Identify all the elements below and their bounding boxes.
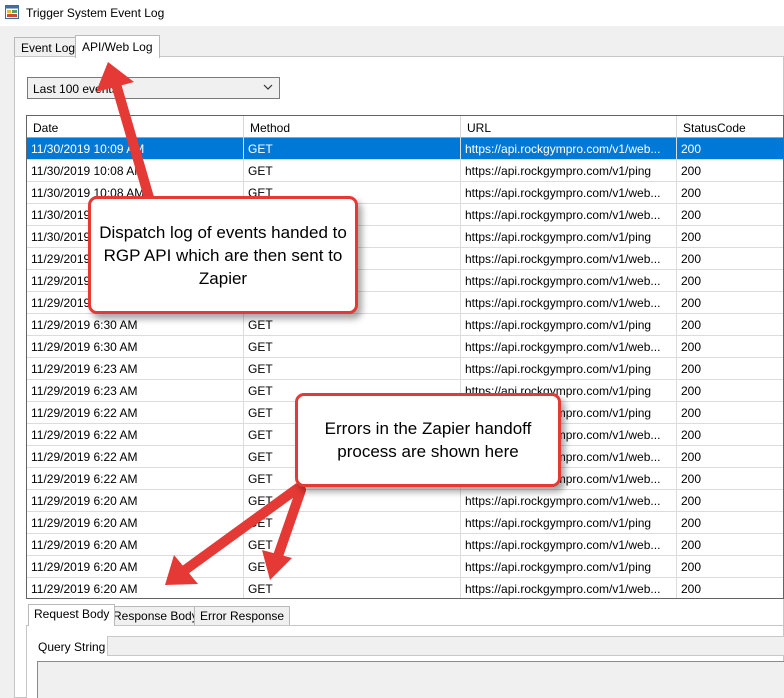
statuscode-cell: 200 [681, 582, 702, 596]
method-cell: GET [244, 490, 461, 512]
statuscode-cell: 200 [681, 208, 702, 222]
column-header-statuscode[interactable]: StatusCode [677, 116, 783, 138]
method-cell: GET [244, 314, 461, 336]
statuscode-cell: 200 [681, 384, 702, 398]
statuscode-cell: 200 [681, 494, 702, 508]
method-cell: GET [244, 534, 461, 556]
method-cell: GET [244, 578, 461, 598]
method-cell: GET [244, 160, 461, 182]
method-cell: GET [244, 512, 461, 534]
event-count-selected: Last 100 events [33, 82, 118, 96]
date-cell: 11/29/2019 6:20 AM [27, 534, 244, 556]
method-cell: GET [244, 336, 461, 358]
url-cell: https://api.rockgympro.com/v1/web... [461, 336, 677, 358]
statuscode-cell: 200 [681, 450, 702, 464]
url-cell: https://api.rockgympro.com/v1/web... [461, 138, 677, 160]
errors-callout: Errors in the Zapier handoff process are… [295, 393, 561, 487]
app-window-icon [5, 5, 19, 19]
statuscode-cell: 200 [681, 340, 702, 354]
statuscode-cell: 200 [681, 274, 702, 288]
statuscode-cell: 200 [681, 142, 702, 156]
method-cell: GET [244, 358, 461, 380]
statuscode-cell: 200 [681, 538, 702, 552]
tab-response-body[interactable]: Response Body [107, 606, 204, 625]
date-cell: 11/30/2019 10:08 AM [27, 160, 244, 182]
table-row[interactable]: 11/30/2019 10:08 AM GET https://api.rockgy… [27, 160, 783, 182]
table-row[interactable]: 11/29/2019 6:23 AM GET https://api.rockgym… [27, 358, 783, 380]
date-cell: 11/29/2019 6:30 AM [27, 336, 244, 358]
tab-error-response[interactable]: Error Response [194, 606, 291, 625]
url-cell: https://api.rockgympro.com/v1/ping [461, 226, 677, 248]
date-cell: 11/29/2019 6:22 AM [27, 402, 244, 424]
url-cell: https://api.rockgympro.com/v1/ping [461, 314, 677, 336]
query-string-label: Query String [38, 640, 106, 654]
statuscode-cell: 200 [681, 186, 702, 200]
date-cell: 11/29/2019 6:20 AM [27, 490, 244, 512]
table-row[interactable]: 11/29/2019 6:20 AM GET https://api.rockgym… [27, 578, 783, 598]
api-log-grid[interactable]: Date Method URL StatusCode 11/30/2019 10… [26, 115, 784, 599]
statuscode-cell: 200 [681, 230, 702, 244]
statuscode-cell: 200 [681, 164, 702, 178]
url-cell: https://api.rockgympro.com/v1/ping [461, 556, 677, 578]
dispatch-log-callout: Dispatch log of events handed to RGP API… [88, 196, 358, 314]
window-title: Trigger System Event Log [26, 6, 165, 20]
statuscode-cell: 200 [681, 472, 702, 486]
table-row[interactable]: 11/29/2019 6:20 AM GET https://api.rockgym… [27, 556, 783, 578]
event-count-dropdown[interactable]: Last 100 events [27, 77, 280, 99]
url-cell: https://api.rockgympro.com/v1/web... [461, 578, 677, 598]
date-cell: 11/29/2019 6:20 AM [27, 578, 244, 598]
statuscode-cell: 200 [681, 252, 702, 266]
tab-request-body[interactable]: Request Body [28, 604, 116, 626]
date-cell: 11/29/2019 6:23 AM [27, 358, 244, 380]
url-cell: https://api.rockgympro.com/v1/web... [461, 204, 677, 226]
table-row[interactable]: 11/29/2019 6:30 AM GET https://api.rockgym… [27, 314, 783, 336]
method-cell: GET [244, 556, 461, 578]
statuscode-cell: 200 [681, 362, 702, 376]
chevron-down-icon [263, 84, 273, 90]
url-cell: https://api.rockgympro.com/v1/web... [461, 182, 677, 204]
date-cell: 11/29/2019 6:22 AM [27, 446, 244, 468]
column-header-method[interactable]: Method [244, 116, 461, 138]
url-cell: https://api.rockgympro.com/v1/web... [461, 270, 677, 292]
column-header-url[interactable]: URL [461, 116, 677, 138]
date-cell: 11/29/2019 6:23 AM [27, 380, 244, 402]
date-cell: 11/29/2019 6:20 AM [27, 556, 244, 578]
url-cell: https://api.rockgympro.com/v1/web... [461, 248, 677, 270]
date-cell: 11/30/2019 10:09 AM [27, 138, 244, 160]
title-bar: Trigger System Event Log [0, 0, 784, 26]
url-cell: https://api.rockgympro.com/v1/web... [461, 534, 677, 556]
method-cell: GET [244, 138, 461, 160]
statuscode-cell: 200 [681, 318, 702, 332]
url-cell: https://api.rockgympro.com/v1/ping [461, 512, 677, 534]
url-cell: https://api.rockgympro.com/v1/web... [461, 292, 677, 314]
statuscode-cell: 200 [681, 560, 702, 574]
tab-event-log[interactable]: Event Log [14, 37, 83, 57]
request-body-textarea[interactable] [37, 661, 784, 698]
tab-api-web-log[interactable]: API/Web Log [75, 35, 160, 58]
table-row[interactable]: 11/29/2019 6:20 AM GET https://api.rockgym… [27, 534, 783, 556]
grid-header: Date Method URL StatusCode [27, 116, 783, 138]
date-cell: 11/29/2019 6:22 AM [27, 424, 244, 446]
column-header-date[interactable]: Date [27, 116, 244, 138]
statuscode-cell: 200 [681, 428, 702, 442]
table-row[interactable]: 11/30/2019 10:09 AM GET https://api.rockgy… [27, 138, 783, 160]
query-string-field[interactable] [107, 636, 784, 656]
statuscode-cell: 200 [681, 296, 702, 310]
url-cell: https://api.rockgympro.com/v1/ping [461, 160, 677, 182]
date-cell: 11/29/2019 6:30 AM [27, 314, 244, 336]
table-row[interactable]: 11/29/2019 6:30 AM GET https://api.rockgym… [27, 336, 783, 358]
statuscode-cell: 200 [681, 406, 702, 420]
url-cell: https://api.rockgympro.com/v1/ping [461, 358, 677, 380]
table-row[interactable]: 11/29/2019 6:20 AM GET https://api.rockgym… [27, 490, 783, 512]
date-cell: 11/29/2019 6:22 AM [27, 468, 244, 490]
date-cell: 11/29/2019 6:20 AM [27, 512, 244, 534]
table-row[interactable]: 11/29/2019 6:20 AM GET https://api.rockgym… [27, 512, 783, 534]
statuscode-cell: 200 [681, 516, 702, 530]
url-cell: https://api.rockgympro.com/v1/web... [461, 490, 677, 512]
